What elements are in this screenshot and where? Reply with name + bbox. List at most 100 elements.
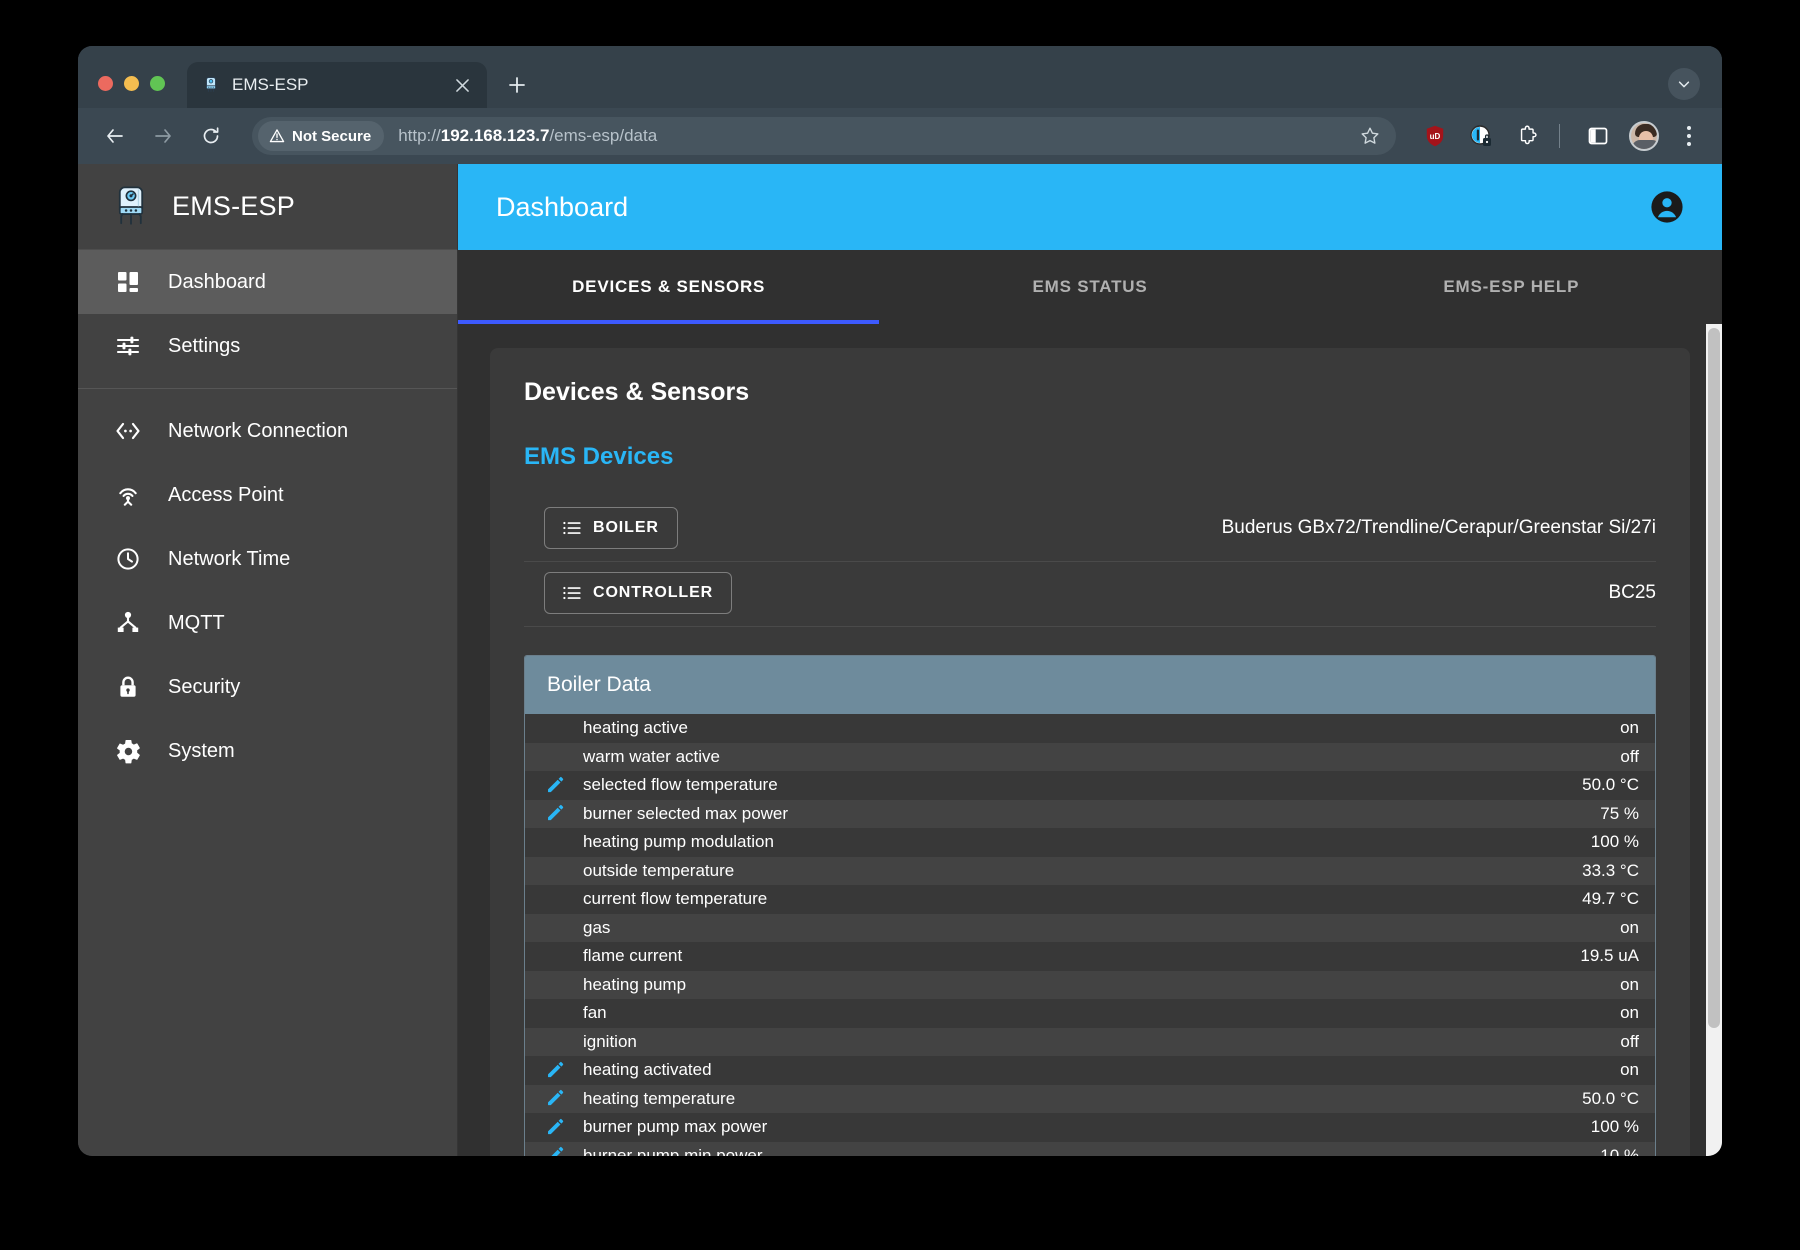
forward-arrow-icon[interactable]: [142, 115, 184, 157]
table-row[interactable]: warm water activeoff: [525, 743, 1655, 772]
bookmark-star-icon[interactable]: [1354, 120, 1386, 152]
tab-ems-esp-help[interactable]: EMS-ESP Help: [1301, 250, 1722, 324]
close-icon[interactable]: [451, 74, 473, 96]
table-cell-value: on: [1600, 718, 1639, 738]
edit-pencil-icon[interactable]: [525, 776, 583, 795]
sidebar-item-mqtt[interactable]: MQTT: [78, 591, 457, 655]
table-row[interactable]: heating temperature50.0 °C: [525, 1085, 1655, 1114]
sidebar-group-config: Network Connection Access Point: [78, 389, 457, 783]
section-title: Devices & Sensors: [524, 378, 1656, 407]
list-icon: [563, 586, 581, 600]
desktop-background: EMS-ESP: [0, 0, 1800, 1250]
page-scrollbar[interactable]: [1706, 324, 1722, 1156]
sidebar-item-network-connection[interactable]: Network Connection: [78, 399, 457, 463]
main-panel: Dashboard Devices & Sensors EMS Status E…: [458, 164, 1722, 1156]
table-row[interactable]: ignitionoff: [525, 1028, 1655, 1057]
boiler-data-table-header: Boiler Data: [525, 656, 1655, 714]
url-host: 192.168.123.7: [441, 126, 550, 145]
device-row-boiler[interactable]: BOILER Buderus GBx72/Trendline/Cerapur/G…: [524, 497, 1656, 562]
tab-ems-status[interactable]: EMS Status: [879, 250, 1300, 324]
table-row[interactable]: heating pumpon: [525, 971, 1655, 1000]
sidebar-item-label: Security: [168, 676, 240, 699]
not-secure-badge[interactable]: Not Secure: [258, 121, 384, 151]
edit-pencil-icon[interactable]: [525, 1146, 583, 1156]
browser-tab[interactable]: EMS-ESP: [187, 62, 487, 108]
account-circle-icon[interactable]: [1650, 190, 1684, 224]
ublock-origin-icon[interactable]: uD: [1418, 119, 1452, 153]
url-text[interactable]: http://192.168.123.7/ems-esp/data: [398, 126, 1354, 146]
table-row[interactable]: flame current19.5 uA: [525, 942, 1655, 971]
app-brand-label: EMS-ESP: [172, 191, 295, 222]
sidebar-item-access-point[interactable]: Access Point: [78, 463, 457, 527]
table-row[interactable]: heating activatedon: [525, 1056, 1655, 1085]
sidebar-item-system[interactable]: System: [78, 719, 457, 783]
window-traffic-lights: [98, 76, 187, 108]
devices-card: Devices & Sensors EMS Devices: [490, 348, 1690, 1156]
table-cell-value: on: [1600, 1060, 1639, 1080]
profile-avatar[interactable]: [1629, 121, 1659, 151]
privacy-badger-icon[interactable]: [1464, 119, 1498, 153]
edit-pencil-icon[interactable]: [525, 1118, 583, 1137]
tab-devices-and-sensors[interactable]: Devices & Sensors: [458, 250, 879, 324]
table-row[interactable]: current flow temperature49.7 °C: [525, 885, 1655, 914]
table-cell-value: 33.3 °C: [1562, 861, 1639, 881]
table-row[interactable]: gason: [525, 914, 1655, 943]
edit-pencil-icon[interactable]: [525, 804, 583, 823]
table-cell-name: outside temperature: [583, 861, 1562, 881]
app-header-bar: Dashboard: [458, 164, 1722, 250]
url-path: /ems-esp/data: [549, 126, 657, 145]
maximize-window-button[interactable]: [150, 76, 165, 91]
device-type-label: CONTROLLER: [593, 584, 713, 602]
boiler-logo-icon: [112, 186, 150, 228]
address-bar[interactable]: Not Secure http://192.168.123.7/ems-esp/…: [252, 117, 1396, 155]
not-secure-label: Not Secure: [292, 128, 371, 145]
edit-pencil-icon[interactable]: [525, 1061, 583, 1080]
sidebar-item-security[interactable]: Security: [78, 655, 457, 719]
page-title: Dashboard: [496, 192, 628, 223]
browser-toolbar: Not Secure http://192.168.123.7/ems-esp/…: [78, 108, 1722, 164]
sidebar-item-label: MQTT: [168, 612, 225, 635]
svg-text:uD: uD: [1430, 132, 1441, 141]
avatar-shirt: [1632, 140, 1659, 149]
device-type-button-boiler[interactable]: BOILER: [544, 507, 678, 549]
table-cell-value: 75 %: [1580, 804, 1639, 824]
content-tab-bar: Devices & Sensors EMS Status EMS-ESP Hel…: [458, 250, 1722, 324]
three-dot-menu-icon[interactable]: [1674, 119, 1704, 153]
table-row[interactable]: heating pump modulation100 %: [525, 828, 1655, 857]
table-row[interactable]: burner pump min power10 %: [525, 1142, 1655, 1157]
access-point-icon: [114, 481, 142, 509]
back-arrow-icon[interactable]: [94, 115, 136, 157]
scrollbar-thumb[interactable]: [1708, 328, 1720, 1028]
table-cell-value: off: [1600, 747, 1639, 767]
table-cell-name: heating active: [583, 718, 1600, 738]
sidebar-item-network-time[interactable]: Network Time: [78, 527, 457, 591]
table-row[interactable]: heating activeon: [525, 714, 1655, 743]
table-row[interactable]: outside temperature33.3 °C: [525, 857, 1655, 886]
new-tab-button[interactable]: [500, 68, 534, 102]
device-row-controller[interactable]: CONTROLLER BC25: [524, 562, 1656, 627]
table-cell-name: heating pump modulation: [583, 832, 1571, 852]
table-row[interactable]: fanon: [525, 999, 1655, 1028]
extensions-puzzle-icon[interactable]: [1510, 119, 1544, 153]
device-name-controller: BC25: [1608, 582, 1656, 604]
table-cell-name: heating activated: [583, 1060, 1600, 1080]
table-row[interactable]: burner selected max power75 %: [525, 800, 1655, 829]
chevron-down-icon[interactable]: [1668, 68, 1700, 100]
device-type-button-controller[interactable]: CONTROLLER: [544, 572, 732, 614]
close-window-button[interactable]: [98, 76, 113, 91]
browser-tab-title: EMS-ESP: [232, 75, 440, 95]
table-cell-name: gas: [583, 918, 1600, 938]
table-cell-name: burner selected max power: [583, 804, 1580, 824]
sidebar-item-dashboard[interactable]: Dashboard: [78, 250, 457, 314]
edit-pencil-icon[interactable]: [525, 1089, 583, 1108]
table-cell-value: on: [1600, 975, 1639, 995]
app-brand[interactable]: EMS-ESP: [78, 164, 457, 250]
minimize-window-button[interactable]: [124, 76, 139, 91]
table-row[interactable]: burner pump max power100 %: [525, 1113, 1655, 1142]
dashboard-icon: [114, 268, 142, 296]
table-row[interactable]: selected flow temperature50.0 °C: [525, 771, 1655, 800]
reload-icon[interactable]: [190, 115, 232, 157]
sidebar-item-settings[interactable]: Settings: [78, 314, 457, 378]
sidebar-group-padding: [78, 378, 457, 388]
side-panel-icon[interactable]: [1581, 119, 1615, 153]
